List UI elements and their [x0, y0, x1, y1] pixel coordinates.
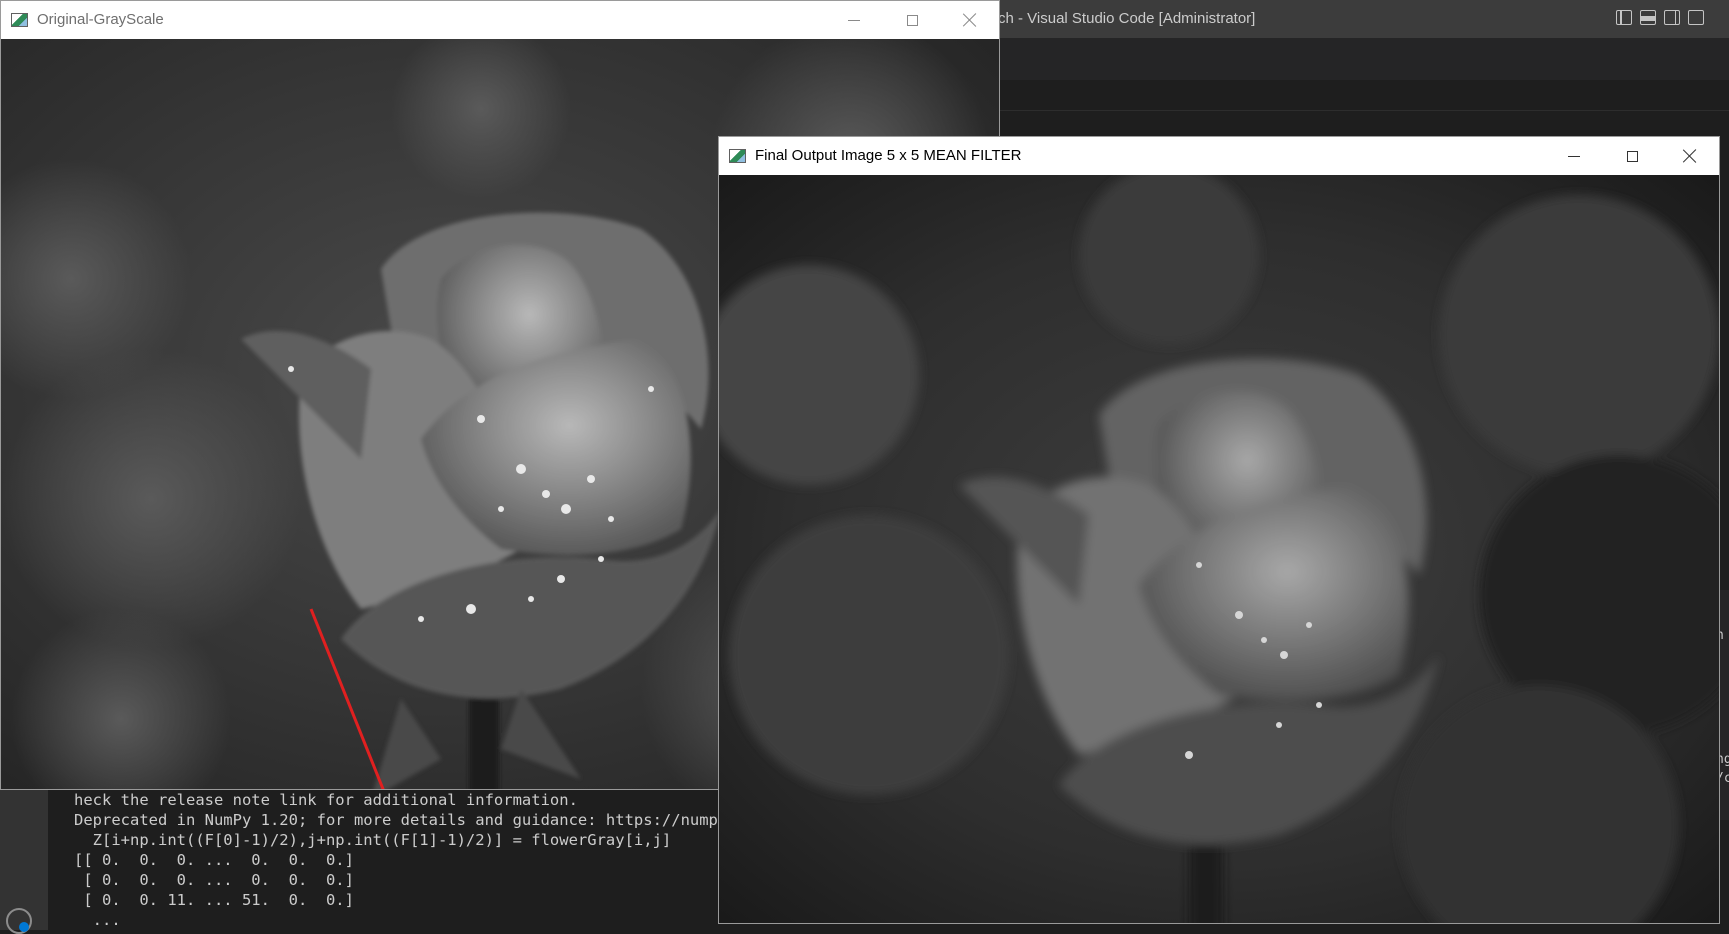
- opencv-window-icon: [729, 149, 746, 163]
- terminal-line: Z[i+np.int((F[0]-1)/2),j+np.int((F[1]-1)…: [74, 831, 672, 849]
- maximize-icon: [1626, 150, 1638, 162]
- close-icon: [963, 13, 977, 27]
- terminal-line: ...: [74, 911, 121, 929]
- close-icon: [1683, 149, 1697, 163]
- output-image-canvas: [719, 175, 1719, 923]
- editor-breadcrumb: [998, 80, 1729, 111]
- maximize-icon: [906, 14, 918, 26]
- mean-filtered-rose-image: [719, 175, 1719, 923]
- terminal-line: [ 0. 0. 0. ... 0. 0. 0.]: [74, 871, 354, 889]
- close-button[interactable]: [1661, 137, 1719, 175]
- minimize-button[interactable]: [1545, 137, 1603, 175]
- terminal-line: heck the release note link for additiona…: [74, 791, 578, 809]
- terminal-line: [ 0. 0. 11. ... 51. 0. 0.]: [74, 891, 354, 909]
- terminal-line: [[ 0. 0. 0. ... 0. 0. 0.]: [74, 851, 354, 869]
- close-button[interactable]: [941, 1, 999, 39]
- account-icon[interactable]: [6, 908, 32, 934]
- final-output-window[interactable]: Final Output Image 5 x 5 MEAN FILTER: [718, 136, 1720, 924]
- opencv-window-icon: [11, 13, 28, 27]
- terminal-panel[interactable]: heck the release note link for additiona…: [48, 780, 746, 930]
- minimize-icon: [848, 19, 860, 21]
- minimize-icon: [1568, 155, 1580, 157]
- account-badge: [19, 922, 29, 932]
- customize-layout-icon[interactable]: [1688, 10, 1704, 25]
- activity-bar: [0, 780, 48, 934]
- toggle-primary-sidebar-icon[interactable]: [1616, 10, 1632, 25]
- toggle-panel-icon[interactable]: [1640, 10, 1656, 25]
- toggle-secondary-sidebar-icon[interactable]: [1664, 10, 1680, 25]
- maximize-button[interactable]: [1603, 137, 1661, 175]
- terminal-line: Deprecated in NumPy 1.20; for more detai…: [74, 811, 746, 829]
- editor-tab-strip: [998, 38, 1729, 80]
- window-title: Original-GrayScale: [37, 11, 164, 28]
- layout-controls: [1616, 10, 1704, 25]
- maximize-button[interactable]: [883, 1, 941, 39]
- window-title: Final Output Image 5 x 5 MEAN FILTER: [755, 147, 1022, 164]
- window-titlebar[interactable]: Final Output Image 5 x 5 MEAN FILTER: [719, 137, 1719, 175]
- window-titlebar[interactable]: Original-GrayScale: [1, 1, 999, 39]
- vscode-window-title: ch - Visual Studio Code [Administrator]: [998, 10, 1256, 27]
- minimize-button[interactable]: [825, 1, 883, 39]
